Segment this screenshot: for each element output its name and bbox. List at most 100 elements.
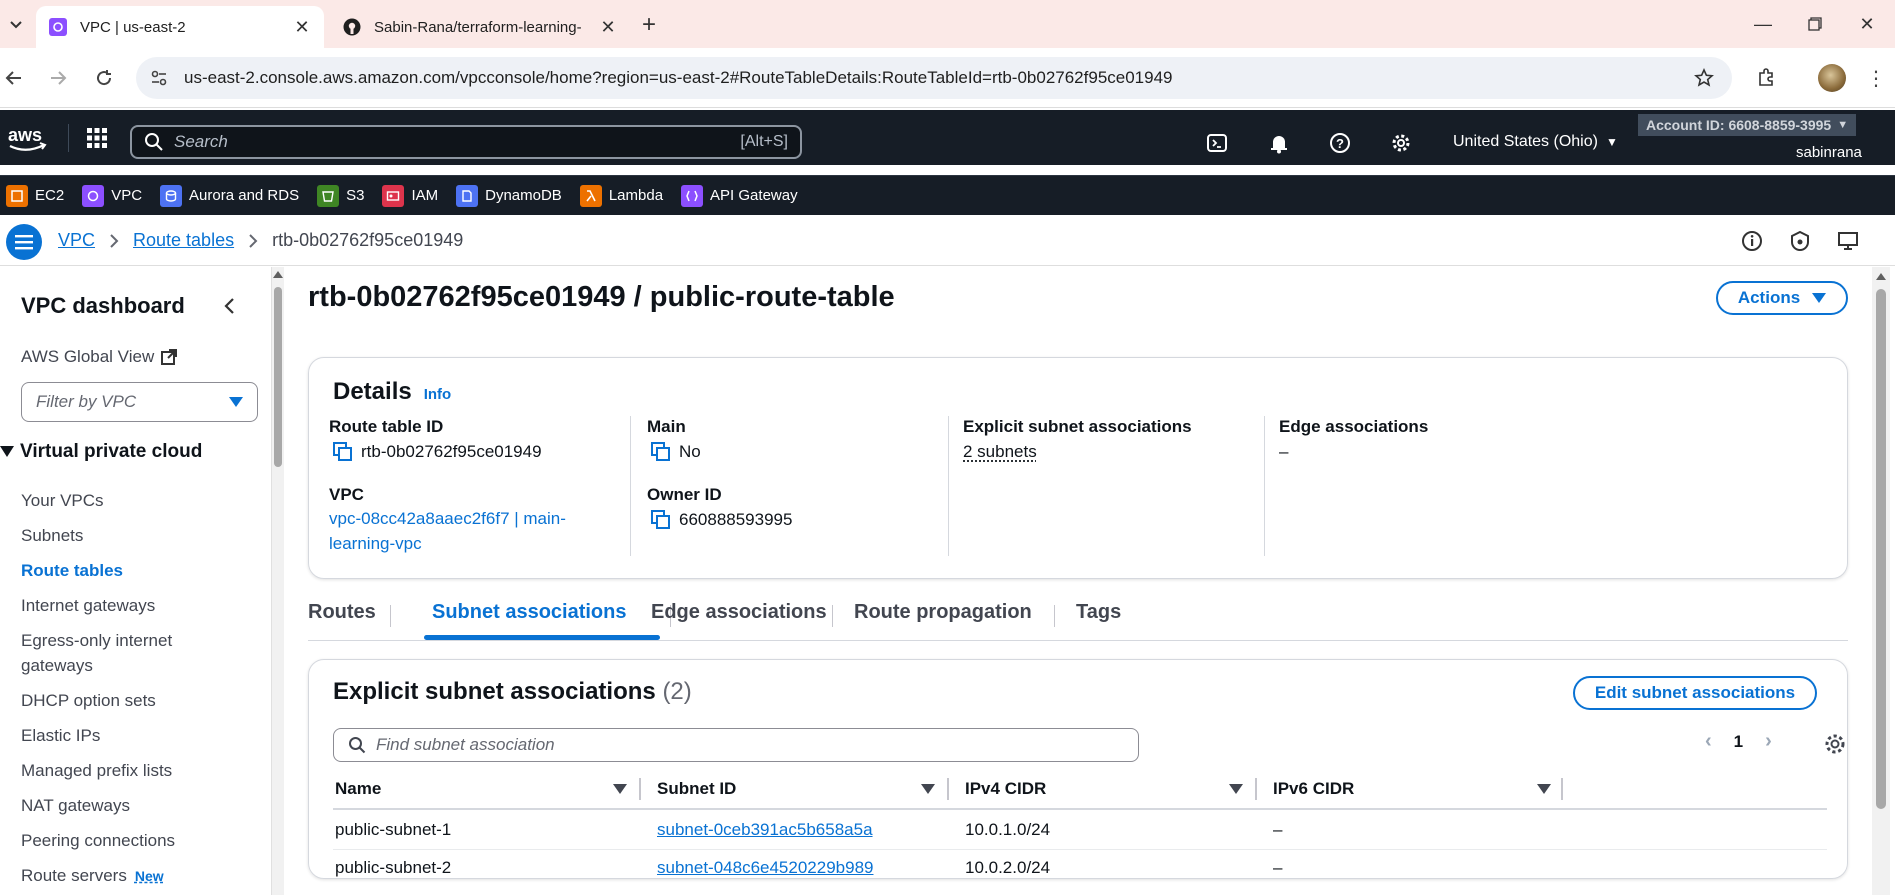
favorite-s3[interactable]: S3: [317, 184, 364, 207]
breadcrumb-route-tables[interactable]: Route tables: [133, 230, 234, 251]
cell-subnet-id-link[interactable]: subnet-0ceb391ac5b658a5a: [657, 820, 873, 840]
favorite-aurora-rds[interactable]: Aurora and RDS: [160, 184, 299, 207]
close-tab-icon[interactable]: ✕: [292, 17, 312, 37]
sidebar-item-peering-connections[interactable]: Peering connections: [21, 828, 175, 853]
sidebar-item-elastic-ips[interactable]: Elastic IPs: [21, 723, 100, 748]
sort-caret-icon[interactable]: [1537, 784, 1551, 794]
column-divider[interactable]: [1561, 778, 1563, 800]
extensions-puzzle-icon[interactable]: [1752, 64, 1780, 92]
favorite-api-gateway[interactable]: API Gateway: [681, 184, 798, 207]
hamburger-menu-icon[interactable]: [6, 224, 42, 260]
copy-icon[interactable]: [651, 442, 671, 462]
profile-avatar[interactable]: [1818, 64, 1846, 92]
back-arrow-icon[interactable]: [0, 64, 28, 92]
actions-button[interactable]: Actions: [1716, 281, 1848, 315]
settings-gear-icon[interactable]: [1388, 130, 1414, 156]
page-number[interactable]: 1: [1734, 732, 1743, 752]
column-divider[interactable]: [1255, 778, 1257, 800]
filter-by-vpc-select[interactable]: Filter by VPC: [21, 382, 258, 422]
tab-title: Sabin-Rana/terraform-learning-: [374, 18, 582, 36]
copy-icon[interactable]: [333, 442, 353, 462]
cell-subnet-id-link[interactable]: subnet-048c6e4520229b989: [657, 858, 873, 878]
scroll-thumb[interactable]: [274, 287, 282, 467]
sort-caret-icon[interactable]: [613, 784, 627, 794]
browser-tab-github[interactable]: Sabin-Rana/terraform-learning- ✕: [330, 6, 630, 48]
breadcrumb-vpc[interactable]: VPC: [58, 230, 95, 251]
chevron-right-icon: [109, 233, 119, 248]
scroll-thumb[interactable]: [1876, 289, 1886, 809]
username[interactable]: sabinrana: [1796, 144, 1862, 161]
sidebar-global-view[interactable]: AWS Global View: [21, 347, 178, 367]
chevron-right-icon[interactable]: ›: [1765, 730, 1772, 753]
tab-edge-associations[interactable]: Edge associations: [651, 601, 827, 624]
sidebar-item-internet-gateways[interactable]: Internet gateways: [21, 593, 155, 618]
favorite-dynamodb[interactable]: DynamoDB: [456, 184, 562, 207]
copy-icon[interactable]: [651, 510, 671, 530]
column-subnet-id[interactable]: Subnet ID: [657, 779, 736, 799]
sidebar-scrollbar[interactable]: [272, 267, 284, 895]
scroll-up-icon[interactable]: [1876, 273, 1886, 280]
info-link[interactable]: Info: [424, 386, 452, 403]
favorite-lambda[interactable]: Lambda: [579, 184, 663, 207]
column-ipv4-cidr[interactable]: IPv4 CIDR: [965, 779, 1046, 799]
tab-search-chevron-icon[interactable]: [6, 14, 26, 34]
notifications-bell-icon[interactable]: [1266, 130, 1292, 156]
browser-tab-vpc[interactable]: VPC | us-east-2 ✕: [36, 6, 324, 48]
account-menu[interactable]: Account ID: 6608-8859-3995 ▼: [1638, 114, 1857, 136]
favorite-vpc[interactable]: VPC: [82, 184, 142, 207]
sidebar-item-nat-gateways[interactable]: NAT gateways: [21, 793, 130, 818]
forward-arrow-icon[interactable]: [44, 64, 72, 92]
close-tab-icon[interactable]: ✕: [598, 17, 618, 37]
sidebar-item-route-tables[interactable]: Route tables: [21, 558, 123, 583]
sort-caret-icon[interactable]: [921, 784, 935, 794]
close-window-icon[interactable]: ✕: [1852, 10, 1882, 38]
region-selector[interactable]: United States (Ohio) ▼: [1453, 133, 1618, 151]
sidebar-item-egress-only-gateways[interactable]: Egress-only internet gateways: [21, 628, 221, 678]
chevron-left-icon[interactable]: ‹: [1705, 730, 1712, 753]
browser-menu-icon[interactable]: ⋮: [1866, 64, 1886, 92]
column-divider[interactable]: [947, 778, 949, 800]
chevron-left-icon[interactable]: [218, 293, 240, 319]
table-settings-gear-icon[interactable]: [1823, 732, 1847, 756]
sidebar-item-your-vpcs[interactable]: Your VPCs: [21, 488, 104, 513]
cloudshell-icon[interactable]: [1204, 130, 1230, 156]
favorite-iam[interactable]: IAM: [382, 184, 438, 207]
vpc-label: VPC: [329, 485, 364, 504]
edit-subnet-associations-button[interactable]: Edit subnet associations: [1573, 676, 1817, 710]
sidebar-item-route-servers[interactable]: Route servers New: [21, 863, 164, 889]
details-heading-text: Details: [333, 378, 412, 405]
address-bar[interactable]: us-east-2.console.aws.amazon.com/vpccons…: [136, 57, 1732, 99]
sidebar-item-managed-prefix-lists[interactable]: Managed prefix lists: [21, 758, 172, 783]
new-tab-plus-icon[interactable]: +: [636, 11, 662, 38]
column-name[interactable]: Name: [335, 779, 381, 799]
aws-search-input[interactable]: Search [Alt+S]: [130, 125, 802, 159]
explicit-associations-value[interactable]: 2 subnets: [963, 440, 1264, 464]
site-info-icon[interactable]: [148, 67, 170, 89]
reload-icon[interactable]: [90, 64, 118, 92]
info-circle-icon[interactable]: [1739, 228, 1765, 254]
security-shield-icon[interactable]: [1787, 228, 1813, 254]
scroll-up-icon[interactable]: [273, 271, 283, 278]
display-settings-icon[interactable]: [1835, 228, 1861, 254]
help-icon[interactable]: ?: [1327, 130, 1353, 156]
tab-tags[interactable]: Tags: [1076, 601, 1121, 624]
tab-route-propagation[interactable]: Route propagation: [854, 601, 1032, 624]
sort-caret-icon[interactable]: [1229, 784, 1243, 794]
find-subnet-association-input[interactable]: Find subnet association: [333, 728, 1139, 762]
tab-subnet-associations[interactable]: Subnet associations: [432, 601, 627, 624]
column-ipv6-cidr[interactable]: IPv6 CIDR: [1273, 779, 1354, 799]
sidebar-item-dhcp-option-sets[interactable]: DHCP option sets: [21, 688, 156, 713]
sidebar-title[interactable]: VPC dashboard: [21, 293, 185, 319]
column-divider[interactable]: [639, 778, 641, 800]
tab-routes[interactable]: Routes: [308, 601, 376, 624]
aws-logo-icon[interactable]: aws: [6, 124, 50, 154]
services-grid-icon[interactable]: [86, 127, 108, 149]
restore-icon[interactable]: [1800, 10, 1830, 38]
main-scrollbar[interactable]: [1872, 267, 1890, 895]
sidebar-section-vpc[interactable]: Virtual private cloud: [0, 441, 202, 463]
sidebar-item-subnets[interactable]: Subnets: [21, 523, 83, 548]
vpc-link[interactable]: vpc-08cc42a8aaec2f6f7 | main-learning-vp…: [329, 506, 619, 556]
bookmark-star-icon[interactable]: [1692, 66, 1716, 90]
favorite-ec2[interactable]: EC2: [6, 184, 64, 207]
minimize-icon[interactable]: —: [1748, 10, 1778, 38]
